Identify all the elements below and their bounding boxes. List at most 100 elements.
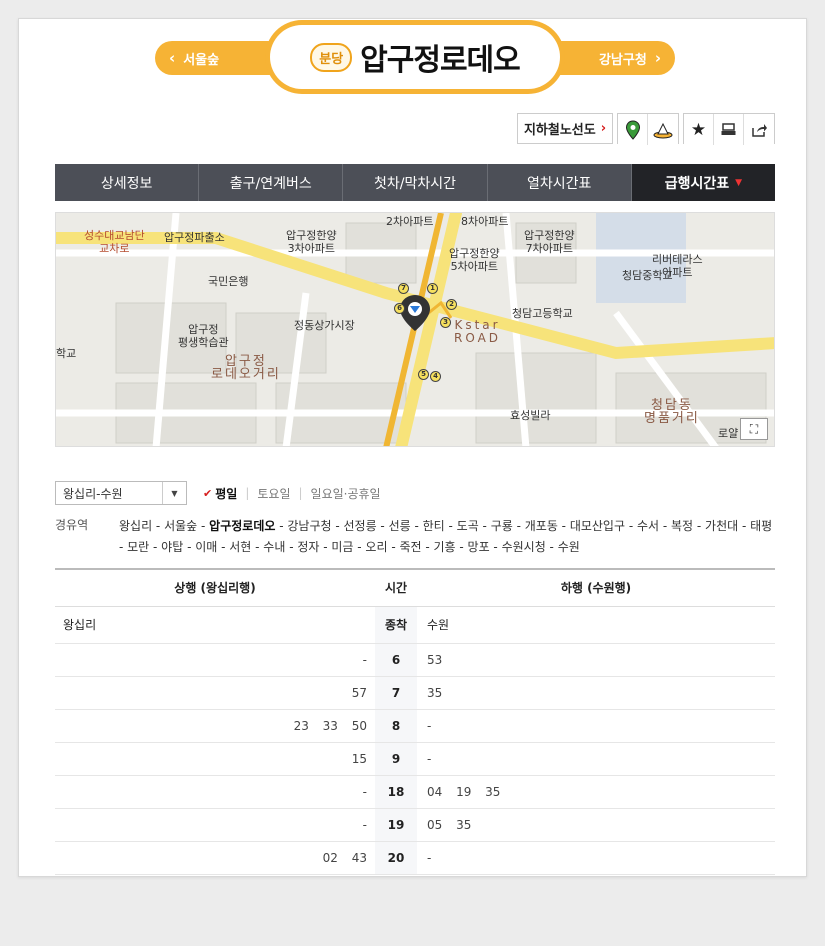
exit-marker[interactable]: 5 (418, 369, 429, 380)
page-tools: ★ (683, 113, 775, 145)
table-row: 23 33 50 8 - (55, 709, 775, 743)
direction-value: 왕십리-수원 (63, 486, 123, 501)
up-minutes: - (55, 775, 375, 809)
map-label: 압구정 평생학습관 (178, 323, 229, 349)
down-minutes: 04 19 35 (417, 775, 775, 809)
tab-express-label: 급행시간표 (664, 175, 730, 192)
divider: | (245, 486, 250, 500)
map-label: 압구정 로데오거리 (211, 354, 281, 382)
header-time: 시간 (375, 569, 417, 607)
station-title: 압구정로데오 (360, 43, 521, 78)
hour-cell: 8 (375, 709, 417, 743)
map-label: 로얄 (718, 427, 739, 440)
subway-map-label: 지하철노선도 (523, 123, 596, 138)
route-current: 압구정로데오 (209, 519, 276, 533)
tab-train-timetable[interactable]: 열차시간표 (487, 164, 632, 201)
down-minutes: - (417, 709, 775, 743)
map-label: 압구정한양 7차아파트 (524, 229, 575, 255)
terminal-up: 왕십리 (55, 606, 375, 644)
terminal-down: 수원 (417, 606, 775, 644)
map-label: 국민은행 (208, 275, 249, 288)
map-tools (617, 113, 679, 145)
down-minutes: 35 (417, 676, 775, 710)
print-icon[interactable] (714, 114, 744, 145)
down-minutes: - (417, 841, 775, 875)
tab-exits-bus[interactable]: 출구/연계버스 (199, 164, 344, 201)
table-row: 15 9 - (55, 742, 775, 776)
map-label: Kstar ROAD (454, 318, 502, 345)
day-saturday[interactable]: 토요일 (257, 485, 290, 502)
subway-icon[interactable] (648, 114, 678, 145)
station-badge: 분당 압구정로데오 (265, 20, 565, 94)
check-icon: ✔ (203, 486, 213, 500)
next-station-label: 강남구청 (598, 52, 647, 68)
day-sunday-holiday[interactable]: 일요일·공휴일 (311, 485, 381, 502)
exit-marker[interactable]: 4 (430, 371, 441, 382)
prev-station-label: 서울숲 (183, 52, 220, 68)
map-label: 청담동 명품거리 (644, 398, 700, 426)
down-minutes: - (417, 742, 775, 776)
filter-row: 왕십리-수원 ▼ ✔ 평일 | 토요일 | 일요일·공휴일 (55, 481, 775, 505)
up-minutes: - (55, 808, 375, 842)
route-stations: 왕십리 - 서울숲 - 압구정로데오 - 강남구청 - 선정릉 - 선릉 - 한… (119, 516, 775, 558)
day-options: ✔ 평일 | 토요일 | 일요일·공휴일 (203, 485, 381, 502)
exit-marker[interactable]: 3 (440, 317, 451, 328)
map-label: 정동상가시장 (294, 319, 355, 332)
hour-cell: 7 (375, 676, 417, 710)
route-info: 경유역 왕십리 - 서울숲 - 압구정로데오 - 강남구청 - 선정릉 - 선릉… (55, 516, 775, 558)
up-minutes: 57 (55, 676, 375, 710)
day-weekday[interactable]: 평일 (215, 485, 237, 502)
map-label: 2차아파트 (386, 215, 434, 228)
subway-map-button[interactable]: 지하철노선도 › (517, 113, 613, 144)
route-before: 왕십리 - 서울숲 - (119, 519, 210, 533)
map-label: 성수대교남단 교차로 (84, 229, 145, 255)
table-row: 02 43 20 - (55, 841, 775, 875)
chevron-right-icon: › (600, 121, 607, 136)
up-minutes: - (55, 643, 375, 677)
up-minutes: 15 (55, 742, 375, 776)
map-label: 8차아파트 (461, 215, 509, 228)
map-label: 효성빌라 (510, 409, 551, 422)
tab-bar: 상세정보 출구/연계버스 첫차/막차시간 열차시간표 급행시간표 ▼ (55, 164, 776, 201)
timetable: 상행 (왕십리행) 시간 하행 (수원행) 왕십리 종착 수원 - 6 53 5… (55, 568, 775, 875)
map-label: 청담중학교 (622, 269, 673, 282)
direction-select[interactable]: 왕십리-수원 ▼ (55, 481, 187, 505)
tab-detail[interactable]: 상세정보 (55, 164, 200, 201)
tab-first-last[interactable]: 첫차/막차시간 (343, 164, 488, 201)
divider: | (298, 486, 303, 500)
star-icon[interactable]: ★ (684, 114, 714, 145)
table-row: 왕십리 종착 수원 (55, 606, 775, 644)
header-down: 하행 (수원행) (417, 569, 775, 607)
map-label: 압구정한양 5차아파트 (449, 247, 500, 273)
line-badge: 분당 (310, 42, 353, 72)
map-label: 청담고등학교 (512, 307, 573, 320)
chevron-left-icon: ‹ (169, 49, 176, 67)
hour-cell: 9 (375, 742, 417, 776)
hour-cell: 20 (375, 841, 417, 875)
map-pin-icon[interactable] (618, 114, 648, 145)
map-label: 학교 (56, 347, 77, 360)
table-row: - 6 53 (55, 643, 775, 677)
map-label: 압구정파출소 (164, 231, 225, 244)
expand-map-icon[interactable]: ⛶ (740, 418, 768, 440)
station-map[interactable]: 성수대교남단 교차로 압구정파출소 압구정한양 3차아파트 2차아파트 8차아파트 … (55, 212, 775, 447)
route-label: 경유역 (55, 518, 89, 532)
down-minutes: 53 (417, 643, 775, 677)
tab-express-timetable[interactable]: 급행시간표 ▼ (631, 164, 776, 201)
chevron-right-icon: › (654, 49, 661, 67)
table-row: - 18 04 19 35 (55, 775, 775, 809)
exit-marker[interactable]: 7 (398, 283, 409, 294)
header-up: 상행 (왕십리행) (55, 569, 375, 607)
exit-marker[interactable]: 1 (427, 283, 438, 294)
exit-marker[interactable]: 2 (446, 299, 457, 310)
down-minutes: 05 35 (417, 808, 775, 842)
caret-down-icon: ▼ (735, 177, 743, 188)
chevron-down-icon: ▼ (162, 482, 186, 504)
table-row: 57 7 35 (55, 676, 775, 710)
exit-marker[interactable]: 6 (394, 303, 405, 314)
up-minutes: 02 43 (55, 841, 375, 875)
up-minutes: 23 33 50 (55, 709, 375, 743)
terminal-label: 종착 (375, 606, 417, 644)
share-icon[interactable] (744, 114, 774, 145)
hour-cell: 19 (375, 808, 417, 842)
